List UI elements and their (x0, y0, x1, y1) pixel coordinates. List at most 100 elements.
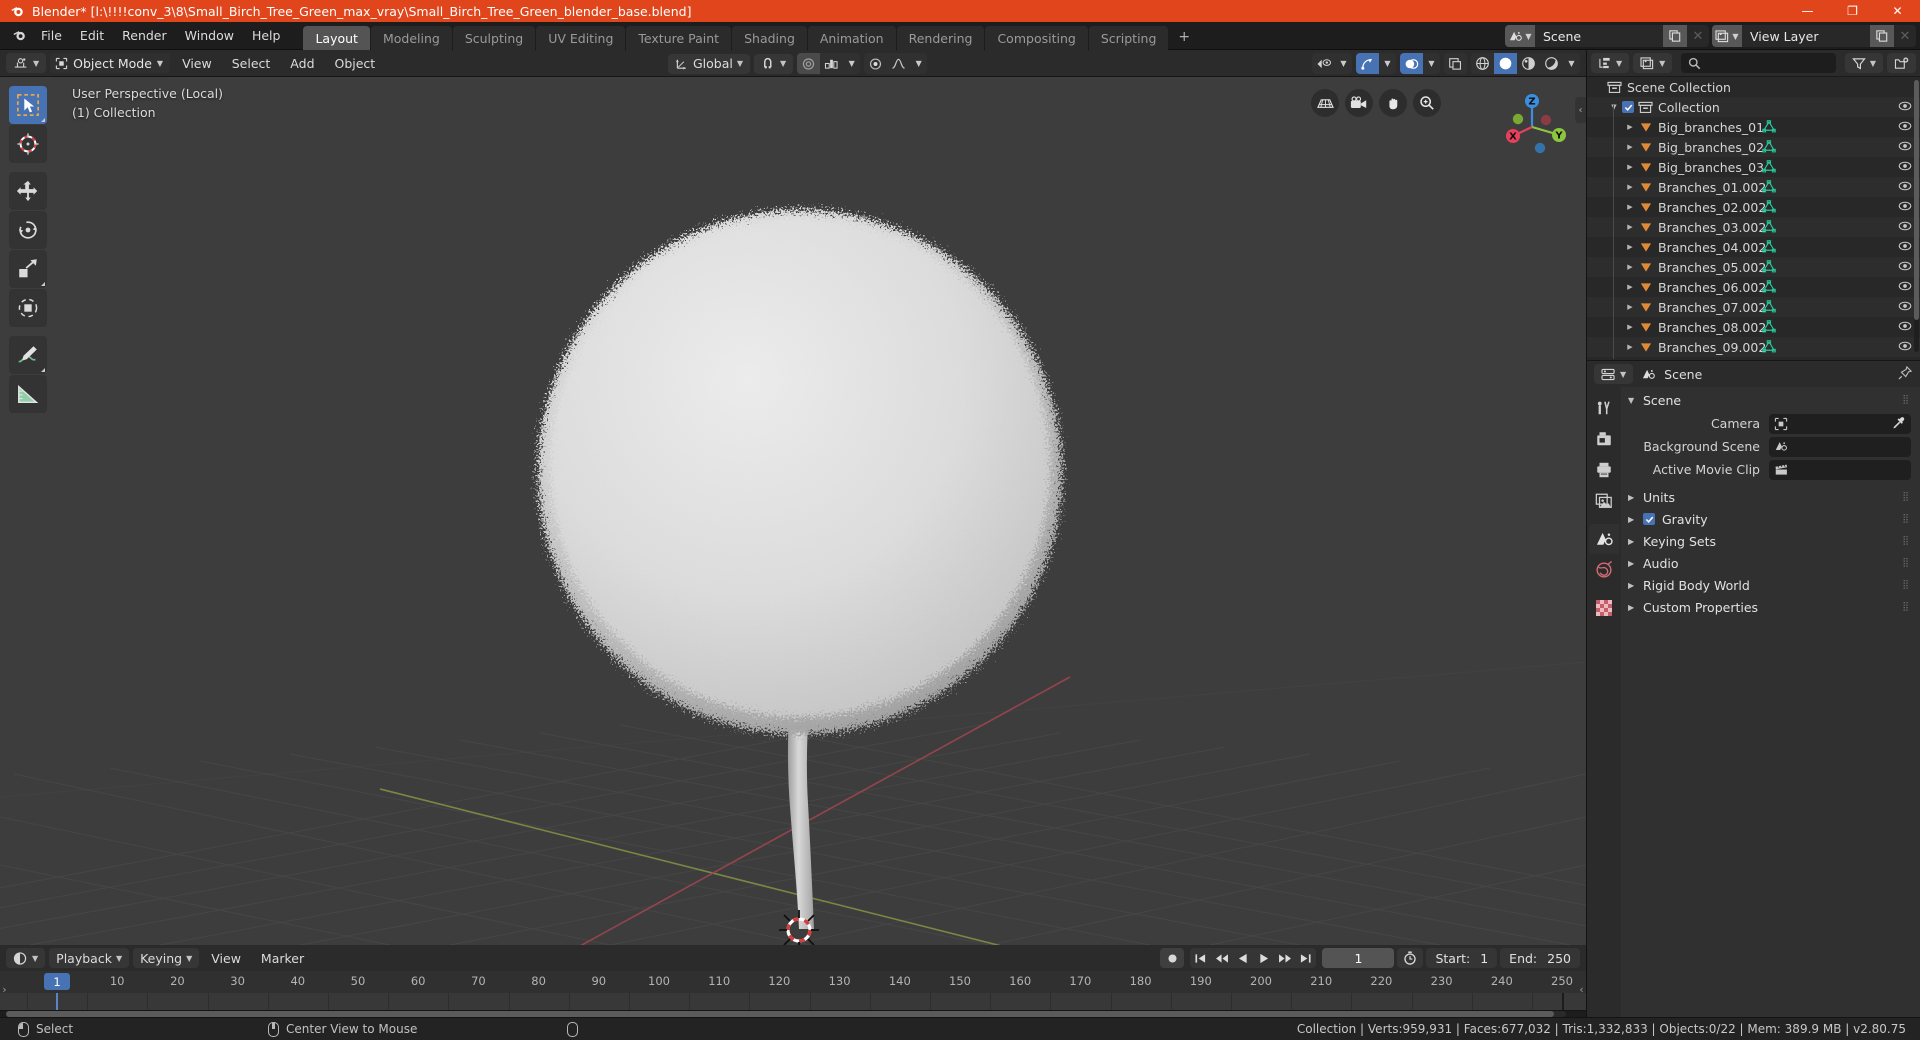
mesh-data-icon[interactable] (1762, 140, 1776, 156)
menu-edit[interactable]: Edit (71, 25, 113, 46)
prev-keyframe-icon[interactable] (1211, 948, 1232, 968)
outliner-row[interactable]: ▶ Branches_02.002 (1587, 197, 1920, 217)
viewport-menu-add[interactable]: Add (282, 54, 322, 73)
mesh-data-icon[interactable] (1762, 200, 1776, 216)
outliner-row[interactable]: ▶ Branches_05.002 (1587, 257, 1920, 277)
minimize-button[interactable]: — (1785, 0, 1830, 22)
auto-keying-record-icon[interactable] (1160, 948, 1185, 968)
tab-rendering[interactable]: Rendering (896, 25, 985, 50)
timeline-menu-marker[interactable]: Marker (253, 949, 312, 968)
show-overlays-toggle[interactable] (1400, 53, 1423, 74)
proportional-chevron-down-icon[interactable]: ▼ (843, 53, 860, 74)
outliner-row[interactable]: ▼ Collection (1587, 97, 1920, 117)
toggle-ortho-icon[interactable] (1311, 89, 1339, 117)
row-expander-icon[interactable]: ▶ (1625, 243, 1635, 251)
shading-chevron-down-icon[interactable]: ▼ (1563, 53, 1580, 74)
hide-in-viewport-icon[interactable] (1898, 240, 1912, 255)
viewport-3d[interactable]: User Perspective (Local) (1) Collection (0, 77, 1586, 945)
mesh-data-icon[interactable] (1762, 260, 1776, 276)
outliner-row[interactable]: Scene Collection (1587, 77, 1920, 97)
hide-in-viewport-icon[interactable] (1898, 100, 1912, 115)
tab-modeling[interactable]: Modeling (370, 25, 452, 50)
editor-type-selector[interactable]: ▼ (6, 53, 47, 73)
hide-in-viewport-icon[interactable] (1898, 280, 1912, 295)
outliner-filter-button[interactable]: ▼ (1844, 53, 1883, 73)
tab-texture-paint[interactable]: Texture Paint (626, 25, 732, 50)
tab-compositing[interactable]: Compositing (985, 25, 1088, 50)
falloff-chevron-down-icon[interactable]: ▼ (910, 53, 927, 74)
gravity-checkbox[interactable] (1643, 513, 1655, 525)
camera-field[interactable] (1769, 413, 1911, 434)
hide-in-viewport-icon[interactable] (1898, 160, 1912, 175)
shading-material-preview-button[interactable] (1517, 53, 1540, 74)
row-expander-icon[interactable]: ▶ (1625, 223, 1635, 231)
viewport-menu-view[interactable]: View (174, 54, 220, 73)
hide-in-viewport-icon[interactable] (1898, 320, 1912, 335)
hide-in-viewport-icon[interactable] (1898, 120, 1912, 135)
tab-sculpting[interactable]: Sculpting (452, 25, 536, 50)
add-workspace-button[interactable]: + (1169, 24, 1199, 50)
row-expander-icon[interactable]: ▶ (1625, 203, 1635, 211)
tab-tool[interactable] (1589, 393, 1619, 423)
use-preview-range-button[interactable] (1397, 948, 1424, 968)
falloff-curve-icon[interactable] (887, 53, 910, 74)
panel-units[interactable]: ▶ Units ⣿ (1621, 486, 1920, 508)
panel-gravity-drag-dots[interactable]: ⣿ (1902, 514, 1910, 523)
mesh-data-icon[interactable] (1762, 180, 1776, 196)
outliner-search-input[interactable] (1681, 53, 1836, 73)
close-button[interactable]: ✕ (1875, 0, 1920, 22)
outliner-row[interactable]: ▶ Branches_09.002 (1587, 337, 1920, 357)
transform-tool[interactable] (9, 289, 47, 327)
tab-output[interactable] (1589, 455, 1619, 485)
unlink-scene-button[interactable]: ✕ (1687, 25, 1709, 47)
mesh-data-icon[interactable] (1762, 320, 1776, 336)
row-expander-icon[interactable]: ▶ (1625, 303, 1635, 311)
pivot-point-selector[interactable] (864, 53, 887, 74)
pin-icon[interactable] (1898, 365, 1913, 384)
tab-animation[interactable]: Animation (807, 25, 896, 50)
timeline-menu-view[interactable]: View (203, 949, 249, 968)
overlays-chevron-down-icon[interactable]: ▼ (1423, 53, 1440, 74)
mesh-data-icon[interactable] (1762, 240, 1776, 256)
properties-editor-type-selector[interactable]: ▼ (1594, 364, 1634, 384)
panel-keying-sets-drag-dots[interactable]: ⣿ (1902, 536, 1910, 545)
timeline-menu-playback[interactable]: Playback ▼ (49, 948, 130, 968)
play-icon[interactable] (1253, 948, 1274, 968)
outliner-editor-type-selector[interactable]: ▼ (1591, 53, 1630, 73)
annotate-tool[interactable] (9, 336, 47, 374)
proportional-edit-toggle[interactable] (797, 53, 821, 74)
outliner-row[interactable]: ▶ Branches_03.002 (1587, 217, 1920, 237)
object-type-visibility-icon[interactable] (1312, 53, 1335, 74)
next-keyframe-icon[interactable] (1274, 948, 1295, 968)
scene-icon[interactable]: ▼ (1505, 25, 1535, 47)
tab-shading[interactable]: Shading (732, 25, 807, 50)
view-layer-icon[interactable]: ▼ (1712, 25, 1742, 47)
panel-keying-sets[interactable]: ▶ Keying Sets ⣿ (1621, 530, 1920, 552)
tab-uv-editing[interactable]: UV Editing (536, 25, 626, 50)
tab-layout[interactable]: Layout (303, 25, 370, 50)
frame-start-field[interactable]: Start: 1 (1426, 948, 1498, 968)
outliner-row[interactable]: ▶ Big_branches_01 (1587, 117, 1920, 137)
mesh-data-icon[interactable] (1762, 300, 1776, 316)
mesh-data-icon[interactable] (1762, 120, 1776, 136)
hide-in-viewport-icon[interactable] (1898, 140, 1912, 155)
timeline-editor-type-selector[interactable]: ▼ (6, 948, 46, 968)
row-expander-icon[interactable]: ▶ (1625, 323, 1635, 331)
new-view-layer-button[interactable] (1870, 25, 1894, 47)
tweak-select-box-tool[interactable] (9, 86, 47, 124)
panel-gravity[interactable]: ▶ Gravity ⣿ (1621, 508, 1920, 530)
blender-logo-icon[interactable] (6, 26, 32, 46)
pan-view-icon[interactable] (1379, 89, 1407, 117)
play-reverse-icon[interactable] (1232, 948, 1253, 968)
panel-drag-dots[interactable]: ⣿ (1902, 395, 1910, 404)
collection-checkbox[interactable] (1622, 101, 1634, 113)
timeline-menu-keying[interactable]: Keying ▼ (133, 948, 200, 968)
scene-selector[interactable]: ▼ Scene ✕ (1505, 25, 1709, 47)
panel-units-drag-dots[interactable]: ⣿ (1902, 492, 1910, 501)
measure-tool[interactable] (9, 375, 47, 413)
row-expander-icon[interactable]: ▶ (1625, 183, 1635, 191)
row-expander-icon[interactable]: ▼ (1609, 103, 1619, 111)
move-tool[interactable] (9, 172, 47, 210)
panel-scene[interactable]: ▼ Scene ⣿ (1621, 389, 1920, 411)
background-scene-field[interactable] (1769, 436, 1911, 457)
